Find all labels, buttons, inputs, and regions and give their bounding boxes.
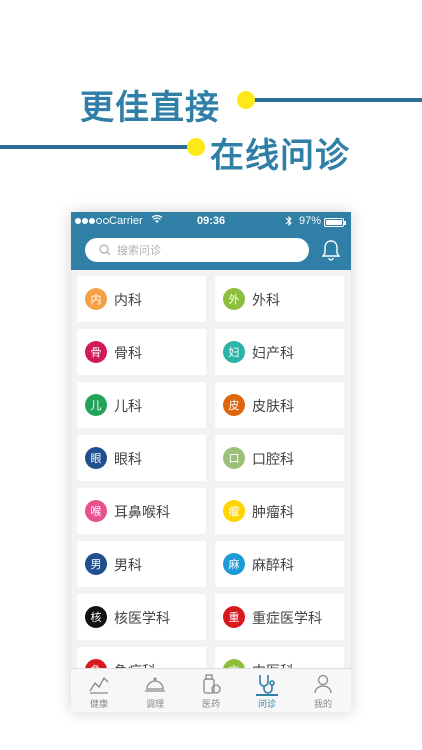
- department-badge-icon: 核: [85, 606, 107, 628]
- bottom-tab-bar: 健康 调理 医药 问诊 我的: [71, 668, 351, 712]
- app-header: Carrier 09:36 97%: [71, 212, 351, 270]
- tab-label: 调理: [145, 700, 164, 710]
- department-label: 儿科: [114, 399, 142, 415]
- department-label: 骨科: [114, 346, 142, 362]
- tab-medicine[interactable]: 医药: [183, 669, 239, 712]
- department-label: 耳鼻喉科: [114, 505, 170, 521]
- battery-percentage: 97%: [299, 215, 322, 227]
- department-label: 肿瘤科: [252, 505, 294, 521]
- department-badge-icon: 急: [85, 659, 107, 668]
- tab-label: 我的: [313, 700, 332, 710]
- carrier-name: Carrier: [109, 215, 143, 227]
- department-card[interactable]: 核核医学科: [77, 594, 206, 640]
- department-label: 中医科: [252, 661, 294, 668]
- department-badge-icon: 瘤: [223, 500, 245, 522]
- department-badge-icon: 男: [85, 553, 107, 575]
- promo-headline-2: 在线问诊: [210, 136, 350, 176]
- department-card[interactable]: 内内科: [77, 276, 206, 322]
- tab-stethoscope[interactable]: 问诊: [239, 669, 295, 712]
- department-card[interactable]: 麻麻醉科: [215, 541, 344, 587]
- status-time: 09:36: [197, 215, 226, 227]
- department-badge-icon: 骨: [85, 341, 107, 363]
- medicine-icon: [200, 673, 222, 695]
- tab-meal-cover[interactable]: 调理: [127, 669, 183, 712]
- stethoscope-icon: [256, 673, 278, 695]
- department-label: 皮肤科: [252, 399, 294, 415]
- active-tab-indicator: [256, 694, 278, 696]
- department-label: 重症医学科: [252, 611, 322, 627]
- department-badge-icon: 重: [223, 606, 245, 628]
- department-card[interactable]: 外外科: [215, 276, 344, 322]
- department-badge-icon: 眼: [85, 447, 107, 469]
- wifi-icon: [151, 214, 163, 227]
- decorative-dot-bottom: [187, 138, 205, 156]
- tab-label: 问诊: [257, 700, 276, 710]
- department-card[interactable]: 骨骨科: [77, 329, 206, 375]
- battery-icon: [324, 218, 346, 227]
- department-badge-icon: 麻: [223, 553, 245, 575]
- department-badge-icon: 妇: [223, 341, 245, 363]
- department-label: 妇产科: [252, 346, 294, 362]
- tab-user[interactable]: 我的: [295, 669, 351, 712]
- tab-label: 医药: [201, 700, 220, 710]
- department-card[interactable]: 重重症医学科: [215, 594, 344, 640]
- search-icon: [99, 244, 111, 256]
- decorative-line-top: [246, 98, 422, 102]
- department-card[interactable]: 急急症科: [77, 647, 206, 668]
- department-card[interactable]: 口口腔科: [215, 435, 344, 481]
- decorative-dot-top: [237, 91, 255, 109]
- health-chart-icon: [88, 673, 110, 695]
- department-label: 男科: [114, 558, 142, 574]
- department-card[interactable]: 皮皮肤科: [215, 382, 344, 428]
- department-label: 口腔科: [252, 452, 294, 468]
- meal-cover-icon: [144, 673, 166, 695]
- department-label: 外科: [252, 293, 280, 309]
- department-card[interactable]: 眼眼科: [77, 435, 206, 481]
- department-card[interactable]: 中中医科: [215, 647, 344, 668]
- notification-bell-icon[interactable]: [321, 239, 341, 261]
- promo-banner: 更佳直接 在线问诊: [0, 0, 422, 200]
- department-label: 眼科: [114, 452, 142, 468]
- department-grid: 内内科外外科骨骨科妇妇产科儿儿科皮皮肤科眼眼科口口腔科喉耳鼻喉科瘤肿瘤科男男科麻…: [71, 270, 351, 668]
- bluetooth-icon: [285, 215, 293, 230]
- department-badge-icon: 外: [223, 288, 245, 310]
- department-card[interactable]: 男男科: [77, 541, 206, 587]
- user-icon: [312, 673, 334, 695]
- department-badge-icon: 口: [223, 447, 245, 469]
- department-card[interactable]: 妇妇产科: [215, 329, 344, 375]
- department-label: 急症科: [114, 661, 156, 668]
- department-card[interactable]: 儿儿科: [77, 382, 206, 428]
- department-badge-icon: 内: [85, 288, 107, 310]
- decorative-line-bottom: [0, 145, 196, 149]
- department-badge-icon: 中: [223, 659, 245, 668]
- department-badge-icon: 喉: [85, 500, 107, 522]
- department-badge-icon: 儿: [85, 394, 107, 416]
- department-label: 核医学科: [114, 611, 170, 627]
- tab-label: 健康: [89, 700, 108, 710]
- department-label: 麻醉科: [252, 558, 294, 574]
- status-bar: Carrier 09:36 97%: [71, 212, 351, 232]
- department-card[interactable]: 喉耳鼻喉科: [77, 488, 206, 534]
- signal-strength-icon: [75, 218, 109, 224]
- department-badge-icon: 皮: [223, 394, 245, 416]
- promo-headline-1: 更佳直接: [80, 88, 220, 128]
- tab-health-chart[interactable]: 健康: [71, 669, 127, 712]
- department-label: 内科: [114, 293, 142, 309]
- search-input[interactable]: [117, 241, 297, 259]
- search-bar[interactable]: [85, 238, 309, 262]
- phone-screen: Carrier 09:36 97% 内内科外外科骨骨科妇妇产科儿儿科皮皮肤科眼眼…: [71, 212, 351, 712]
- department-card[interactable]: 瘤肿瘤科: [215, 488, 344, 534]
